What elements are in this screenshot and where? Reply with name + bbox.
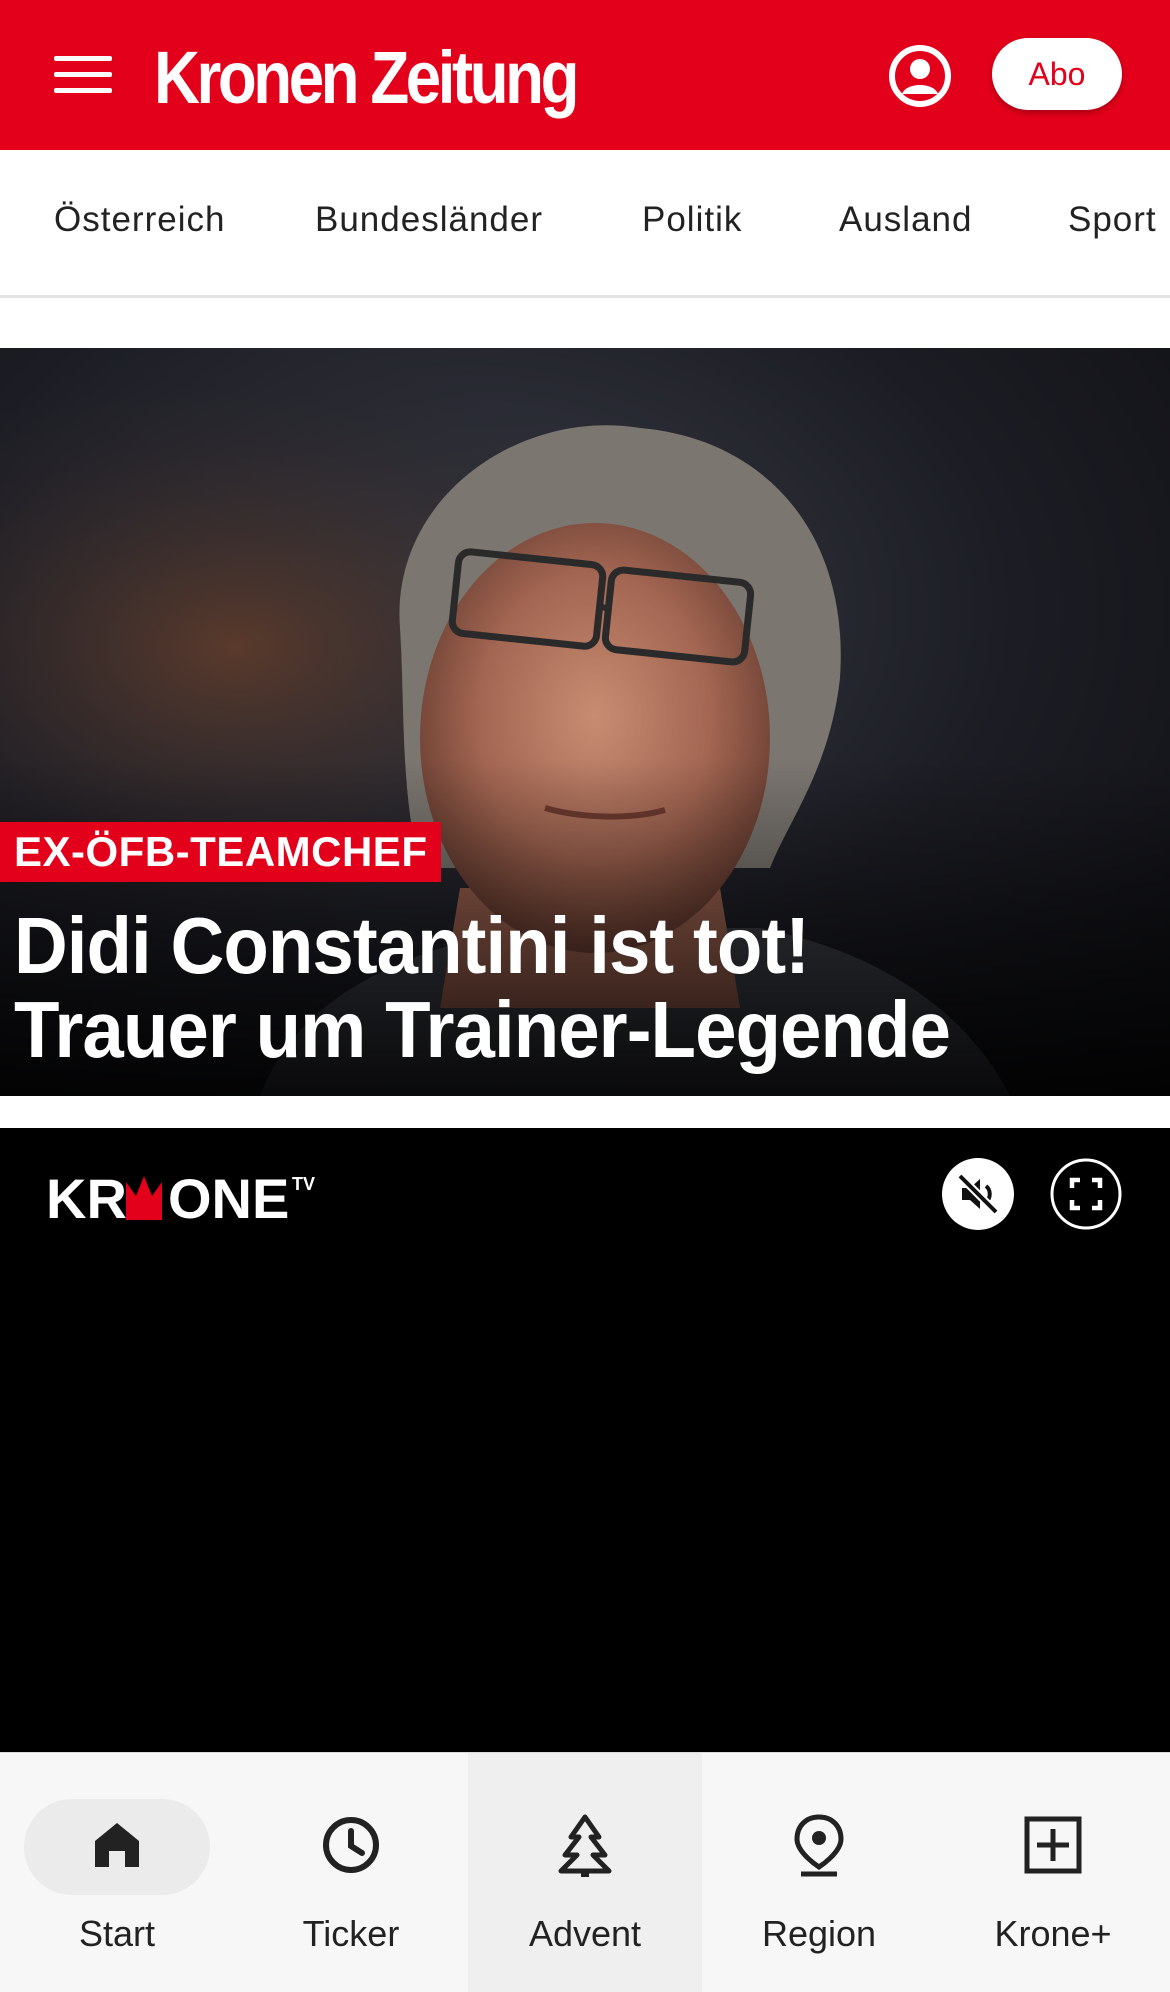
svg-text:KR: KR bbox=[46, 1168, 127, 1228]
menu-button[interactable] bbox=[54, 52, 112, 96]
site-logo[interactable]: Kronen Zeitung bbox=[154, 36, 579, 120]
headline-line: Trauer um Trainer-Legende bbox=[14, 985, 951, 1074]
plus-box-icon bbox=[1024, 1816, 1082, 1874]
svg-text:TV: TV bbox=[292, 1174, 315, 1194]
abo-button[interactable]: Abo bbox=[992, 38, 1122, 110]
krone-tv-logo: KR ONE TV bbox=[46, 1168, 315, 1228]
account-icon[interactable] bbox=[888, 44, 952, 108]
headline-line: Didi Constantini ist tot! bbox=[14, 901, 810, 990]
article-kicker: EX-ÖFB-TEAMCHEF bbox=[0, 822, 442, 882]
bottom-navigation: Start Ticker Advent Region Krone+ bbox=[0, 1752, 1170, 1992]
app-header: Kronen Zeitung Abo bbox=[0, 0, 1170, 150]
mute-icon[interactable] bbox=[942, 1158, 1014, 1230]
location-icon bbox=[794, 1814, 844, 1877]
nav-item-politik[interactable]: Politik bbox=[642, 200, 742, 240]
article-headline[interactable]: Didi Constantini ist tot! Trauer um Trai… bbox=[14, 904, 1074, 1072]
svg-text:ONE: ONE bbox=[168, 1168, 289, 1228]
fullscreen-icon[interactable] bbox=[1050, 1158, 1122, 1230]
hero-article[interactable]: EX-ÖFB-TEAMCHEF Didi Constantini ist tot… bbox=[0, 348, 1170, 1096]
tab-start[interactable]: Start bbox=[0, 1753, 234, 1992]
nav-item-bundeslaender[interactable]: Bundesländer bbox=[315, 200, 543, 240]
nav-item-sport[interactable]: Sport bbox=[1068, 200, 1157, 240]
clock-icon bbox=[323, 1817, 379, 1873]
nav-item-oesterreich[interactable]: Österreich bbox=[54, 200, 225, 240]
nav-item-ausland[interactable]: Ausland bbox=[839, 200, 972, 240]
tab-advent[interactable]: Advent bbox=[468, 1753, 702, 1992]
category-nav: Österreich Bundesländer Politik Ausland … bbox=[0, 150, 1170, 298]
tab-label: Krone+ bbox=[994, 1913, 1112, 1954]
tab-region[interactable]: Region bbox=[702, 1753, 936, 1992]
tab-krone-plus[interactable]: Krone+ bbox=[936, 1753, 1170, 1992]
tab-label: Ticker bbox=[302, 1913, 400, 1954]
tree-icon bbox=[558, 1814, 612, 1877]
home-icon bbox=[95, 1823, 139, 1867]
menu-icon-bar bbox=[54, 56, 112, 61]
menu-icon-bar bbox=[54, 72, 112, 77]
tab-label: Start bbox=[78, 1913, 156, 1954]
tab-label: Advent bbox=[528, 1913, 642, 1954]
tab-label: Region bbox=[761, 1913, 877, 1954]
menu-icon-bar bbox=[54, 88, 112, 93]
tab-ticker[interactable]: Ticker bbox=[234, 1753, 468, 1992]
